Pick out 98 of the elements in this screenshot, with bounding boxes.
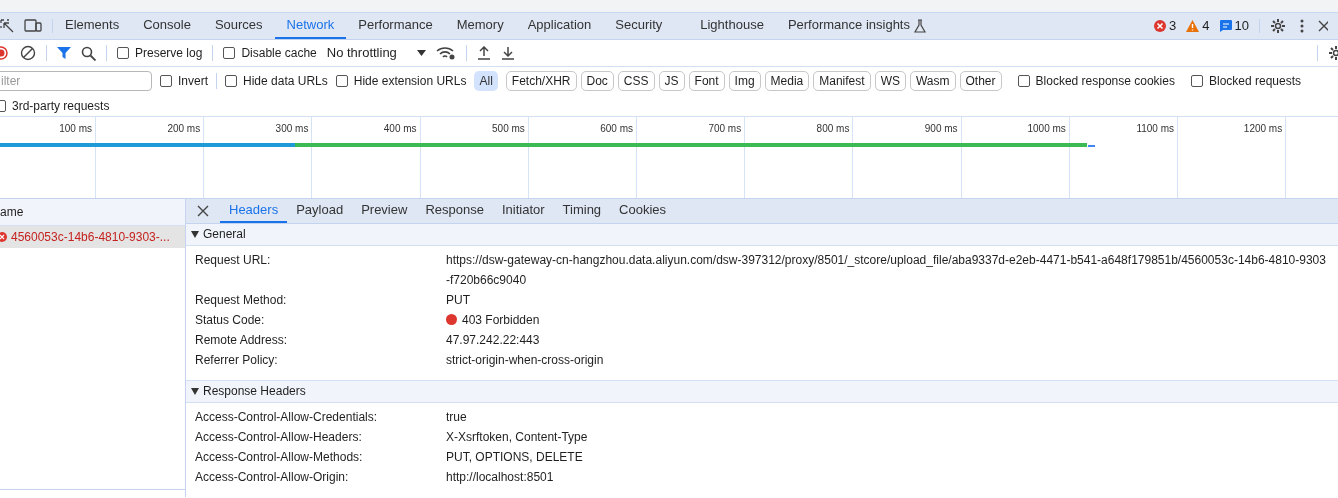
type-filter-chip[interactable]: All	[474, 71, 498, 91]
warning-icon[interactable]	[1186, 20, 1200, 32]
error-icon[interactable]	[1154, 20, 1167, 32]
type-filter-chip[interactable]: Doc	[580, 71, 614, 91]
blocked-filter-checkbox[interactable]: Blocked response cookies	[1017, 72, 1175, 90]
close-icon[interactable]	[1318, 20, 1328, 32]
settings-icon[interactable]	[1328, 45, 1338, 61]
timeline-tick-label: 200 ms	[167, 122, 201, 136]
header-name: Remote Address:	[195, 331, 289, 349]
filter-option-checkbox[interactable]: Hide extension URLs	[335, 72, 467, 90]
detail-tab[interactable]: Initiator	[492, 199, 554, 223]
section-header[interactable]: Response Headers	[186, 380, 1338, 403]
filter-input[interactable]: ilter	[0, 71, 152, 91]
header-name: Status Code:	[195, 311, 266, 329]
timeline-tick-label: 600 ms	[600, 122, 633, 136]
type-filter-chip[interactable]: Wasm	[909, 71, 956, 91]
header-name: Access-Control-Allow-Headers:	[195, 429, 363, 446]
download-icon[interactable]	[500, 46, 515, 60]
throttling-dropdown[interactable]: No throttling	[326, 43, 426, 63]
type-filter-chip[interactable]: Img	[728, 71, 761, 91]
warning-count: 4	[1202, 17, 1210, 36]
detail-tab[interactable]: Headers	[220, 199, 288, 223]
timeline-tick-label: 500 ms	[492, 122, 525, 136]
detail-tab[interactable]: Cookies	[610, 199, 676, 223]
column-header: ame	[0, 204, 24, 221]
timeline-tick-label: 400 ms	[383, 122, 417, 136]
close-icon[interactable]	[197, 204, 209, 217]
type-filter-chip[interactable]: Font	[688, 71, 725, 91]
filter-icon[interactable]	[57, 46, 71, 60]
error-icon	[0, 231, 8, 243]
panel-tab[interactable]: Memory	[444, 13, 516, 39]
type-filter-chip[interactable]: Media	[764, 71, 810, 91]
header-value: 47.97.242.22:443	[446, 331, 541, 349]
message-icon[interactable]	[1219, 20, 1232, 32]
panel-tab[interactable]: Lighthouse	[688, 13, 776, 39]
detail-tab[interactable]: Response	[416, 199, 493, 223]
timeline-tick-label: 1000 ms	[1027, 122, 1066, 136]
detail-tab[interactable]: Timing	[553, 199, 611, 223]
type-filter-chip[interactable]: CSS	[617, 71, 655, 91]
timeline-tick-label: 900 ms	[924, 122, 958, 136]
panel-tab[interactable]: Performance	[346, 13, 445, 39]
panel-tab[interactable]: Console	[131, 13, 203, 39]
header-value: 403 Forbidden	[462, 311, 540, 329]
request-row[interactable]: 4560053c-14b6-4810-9303-...	[0, 226, 185, 248]
collapse-triangle-icon	[191, 230, 199, 238]
collapse-triangle-icon	[191, 387, 199, 395]
detail-tab[interactable]: Preview	[352, 199, 417, 223]
panel-tab[interactable]: Elements	[53, 13, 132, 39]
timeline-tick-label: 300 ms	[275, 122, 309, 136]
header-value: PUT	[446, 291, 471, 309]
network-conditions-icon[interactable]	[435, 46, 456, 60]
timeline-tick-label: 1100 ms	[1136, 122, 1174, 136]
preserve-log-checkbox[interactable]: Preserve log	[117, 44, 203, 62]
type-filter-chip[interactable]: Manifest	[813, 71, 871, 91]
header-name: Access-Control-Allow-Methods:	[195, 449, 364, 466]
header-value: X-Xsrftoken, Content-Type	[446, 429, 589, 446]
type-filter-chip[interactable]: Fetch/XHR	[505, 71, 577, 91]
header-value: true	[446, 409, 468, 426]
message-count: 10	[1234, 17, 1249, 36]
settings-icon[interactable]	[1270, 18, 1286, 34]
timeline-tick-label: 1200 ms	[1243, 122, 1283, 136]
type-filter-chip[interactable]: WS	[874, 71, 906, 91]
timeline-tick-label: 800 ms	[816, 122, 850, 136]
panel-tab[interactable]: Security	[603, 13, 675, 39]
header-name: Access-Control-Allow-Credentials:	[195, 409, 379, 426]
header-name: Access-Control-Allow-Origin:	[195, 469, 350, 486]
header-value: PUT, OPTIONS, DELETE	[446, 449, 584, 466]
invert-checkbox[interactable]: Invert	[160, 72, 208, 90]
third-party-checkbox[interactable]: 3rd-party requests	[0, 96, 110, 115]
header-value: strict-origin-when-cross-origin	[446, 351, 605, 369]
disable-cache-checkbox[interactable]: Disable cache	[223, 44, 317, 62]
panel-tab[interactable]: Application	[515, 13, 604, 39]
header-name: Request URL:	[195, 251, 272, 269]
record-button[interactable]	[0, 46, 10, 60]
upload-icon[interactable]	[476, 46, 491, 60]
clear-icon[interactable]	[20, 45, 36, 61]
timeline-tick-label: 100 ms	[59, 122, 92, 136]
type-filter-chip[interactable]: Other	[959, 71, 1002, 91]
caret-icon	[416, 50, 426, 56]
header-name: Referrer Policy:	[195, 351, 279, 369]
search-icon[interactable]	[81, 45, 96, 61]
timeline-tick-label: 700 ms	[708, 122, 742, 136]
detail-tab[interactable]: Payload	[287, 199, 353, 223]
section-header[interactable]: General	[186, 223, 1338, 246]
type-filter-chip[interactable]: JS	[658, 71, 685, 91]
panel-tab[interactable]: Network	[274, 13, 347, 39]
header-value: http://localhost:8501	[446, 469, 555, 486]
header-name: Request Method:	[195, 291, 288, 309]
device-toggle-icon[interactable]	[24, 19, 42, 33]
flask-icon	[914, 19, 926, 33]
panel-tab[interactable]: Sources	[202, 13, 275, 39]
filter-option-checkbox[interactable]: Hide data URLs	[225, 72, 328, 90]
header-value: https://dsw-gateway-cn-hangzhou.data.aliyun.com/dsw-397312/proxy/8501/_stcore/upload_file/aba9337d-e2eb-4471-b541-a648f179851b/4560053c-14b6-4810-9303-f720b66c9040	[446, 251, 1327, 289]
blocked-filter-checkbox[interactable]: Blocked requests	[1190, 72, 1302, 90]
error-count: 3	[1169, 17, 1177, 36]
more-options-icon[interactable]	[1300, 19, 1304, 33]
panel-tab[interactable]: Performance insights	[775, 13, 922, 39]
inspect-icon[interactable]	[0, 19, 14, 33]
